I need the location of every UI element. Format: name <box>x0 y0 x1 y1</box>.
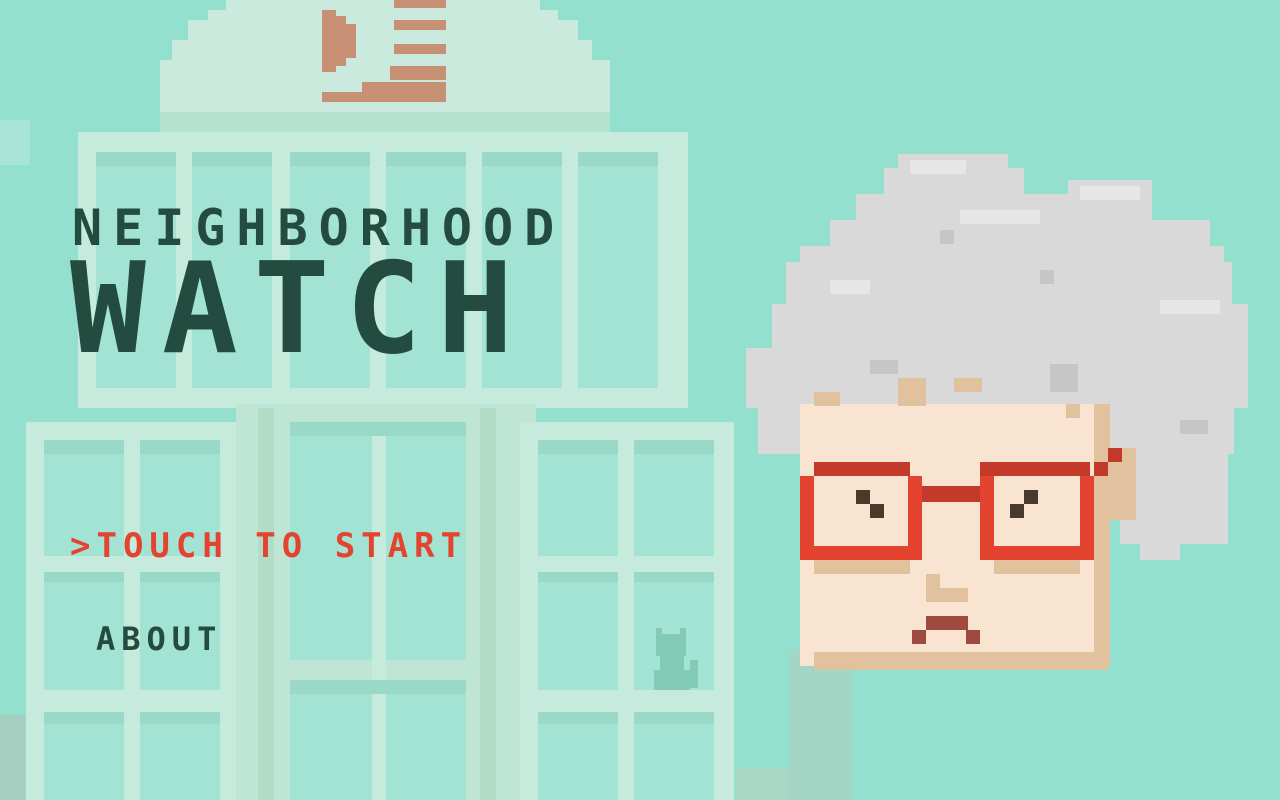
grandma-with-glasses-icon <box>746 154 1248 670</box>
title-screen[interactable]: NEIGHBORHOOD WATCH >TOUCH TO START ABOUT <box>0 0 1280 800</box>
touch-to-start-button[interactable]: >TOUCH TO START <box>70 524 467 568</box>
about-button[interactable]: ABOUT <box>96 618 222 660</box>
game-title-line2: WATCH <box>70 235 530 382</box>
